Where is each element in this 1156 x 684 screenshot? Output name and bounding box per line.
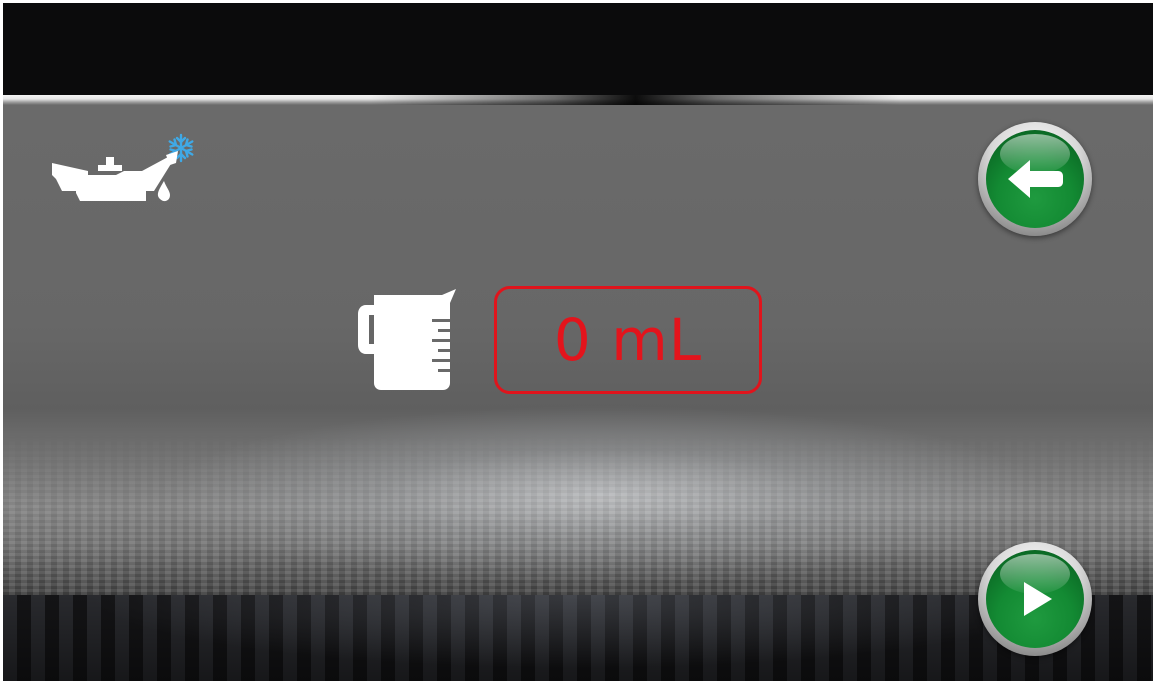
screen: 0 mL	[3, 3, 1153, 681]
oil-can-with-snowflake-icon	[52, 133, 194, 202]
header-bar	[3, 3, 1153, 95]
arrow-left-icon	[1008, 160, 1063, 198]
play-icon	[1024, 582, 1052, 616]
volume-display: 0 mL	[494, 286, 762, 394]
next-button-face	[986, 550, 1084, 648]
measuring-jug-icon	[358, 289, 456, 390]
header-divider	[3, 95, 1153, 105]
carbon-floor	[3, 435, 1153, 595]
back-button[interactable]	[978, 122, 1092, 236]
next-button[interactable]	[978, 542, 1092, 656]
back-button-face	[986, 130, 1084, 228]
volume-value: 0 mL	[553, 306, 703, 374]
